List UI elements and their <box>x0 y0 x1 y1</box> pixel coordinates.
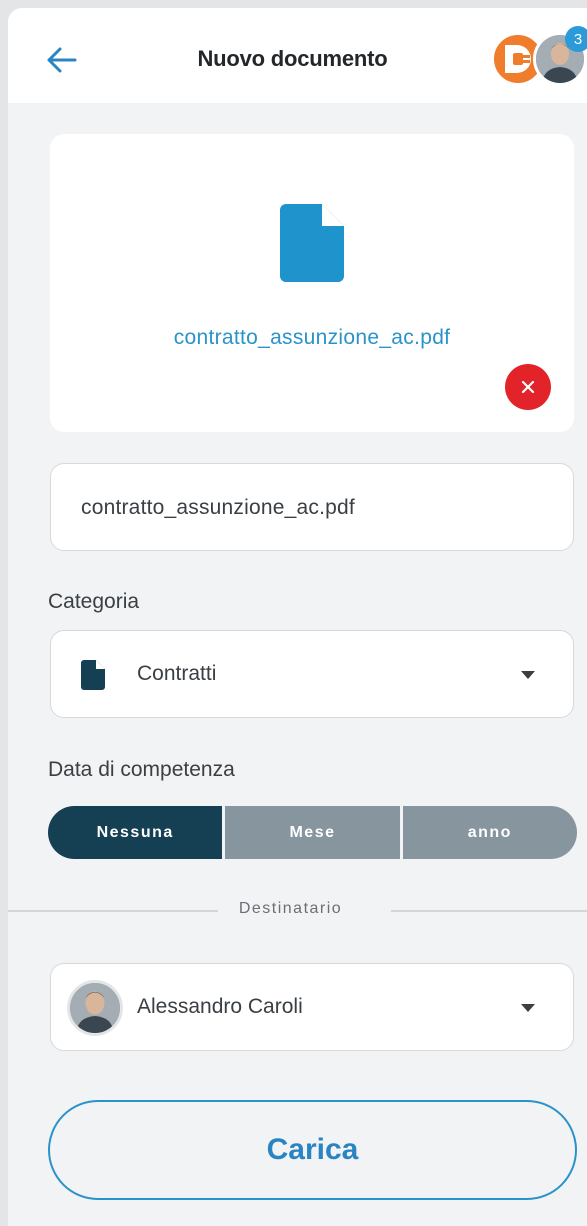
close-icon <box>521 380 535 394</box>
account-switcher[interactable]: 3 <box>491 26 587 92</box>
chevron-down-icon <box>521 671 535 679</box>
app-screen: Nuovo documento 3 contratto_assunzione_a… <box>8 8 587 1226</box>
category-value: Contratti <box>137 662 217 685</box>
segment-anno[interactable]: anno <box>399 806 577 859</box>
remove-file-button[interactable] <box>505 364 551 410</box>
recipient-section-label: Destinatario <box>238 900 343 917</box>
notification-badge: 3 <box>565 26 587 52</box>
person-photo-icon <box>70 983 120 1033</box>
category-label: Categoria <box>48 590 140 613</box>
document-icon <box>81 660 105 690</box>
recipient-name: Alessandro Caroli <box>137 995 303 1018</box>
category-select[interactable]: Contratti <box>50 630 574 718</box>
upload-button[interactable]: Carica <box>48 1100 577 1200</box>
document-icon <box>280 204 344 282</box>
recipient-avatar <box>67 980 123 1036</box>
document-name-input[interactable]: contratto_assunzione_ac.pdf <box>50 463 574 551</box>
date-label: Data di competenza <box>48 758 235 781</box>
recipient-divider: Destinatario <box>8 898 587 922</box>
uploaded-file-card: contratto_assunzione_ac.pdf <box>50 134 574 432</box>
segment-mese[interactable]: Mese <box>222 806 400 859</box>
segment-nessuna[interactable]: Nessuna <box>48 806 223 859</box>
divider-line <box>391 910 587 912</box>
uploaded-file-name: contratto_assunzione_ac.pdf <box>173 326 451 349</box>
top-bar: Nuovo documento 3 <box>8 8 587 103</box>
recipient-select[interactable]: Alessandro Caroli <box>50 963 574 1051</box>
plug-logo-icon <box>505 45 531 73</box>
date-period-selector: Nessuna Mese anno <box>48 806 577 859</box>
document-name-value: contratto_assunzione_ac.pdf <box>81 496 355 519</box>
chevron-down-icon <box>521 1004 535 1012</box>
